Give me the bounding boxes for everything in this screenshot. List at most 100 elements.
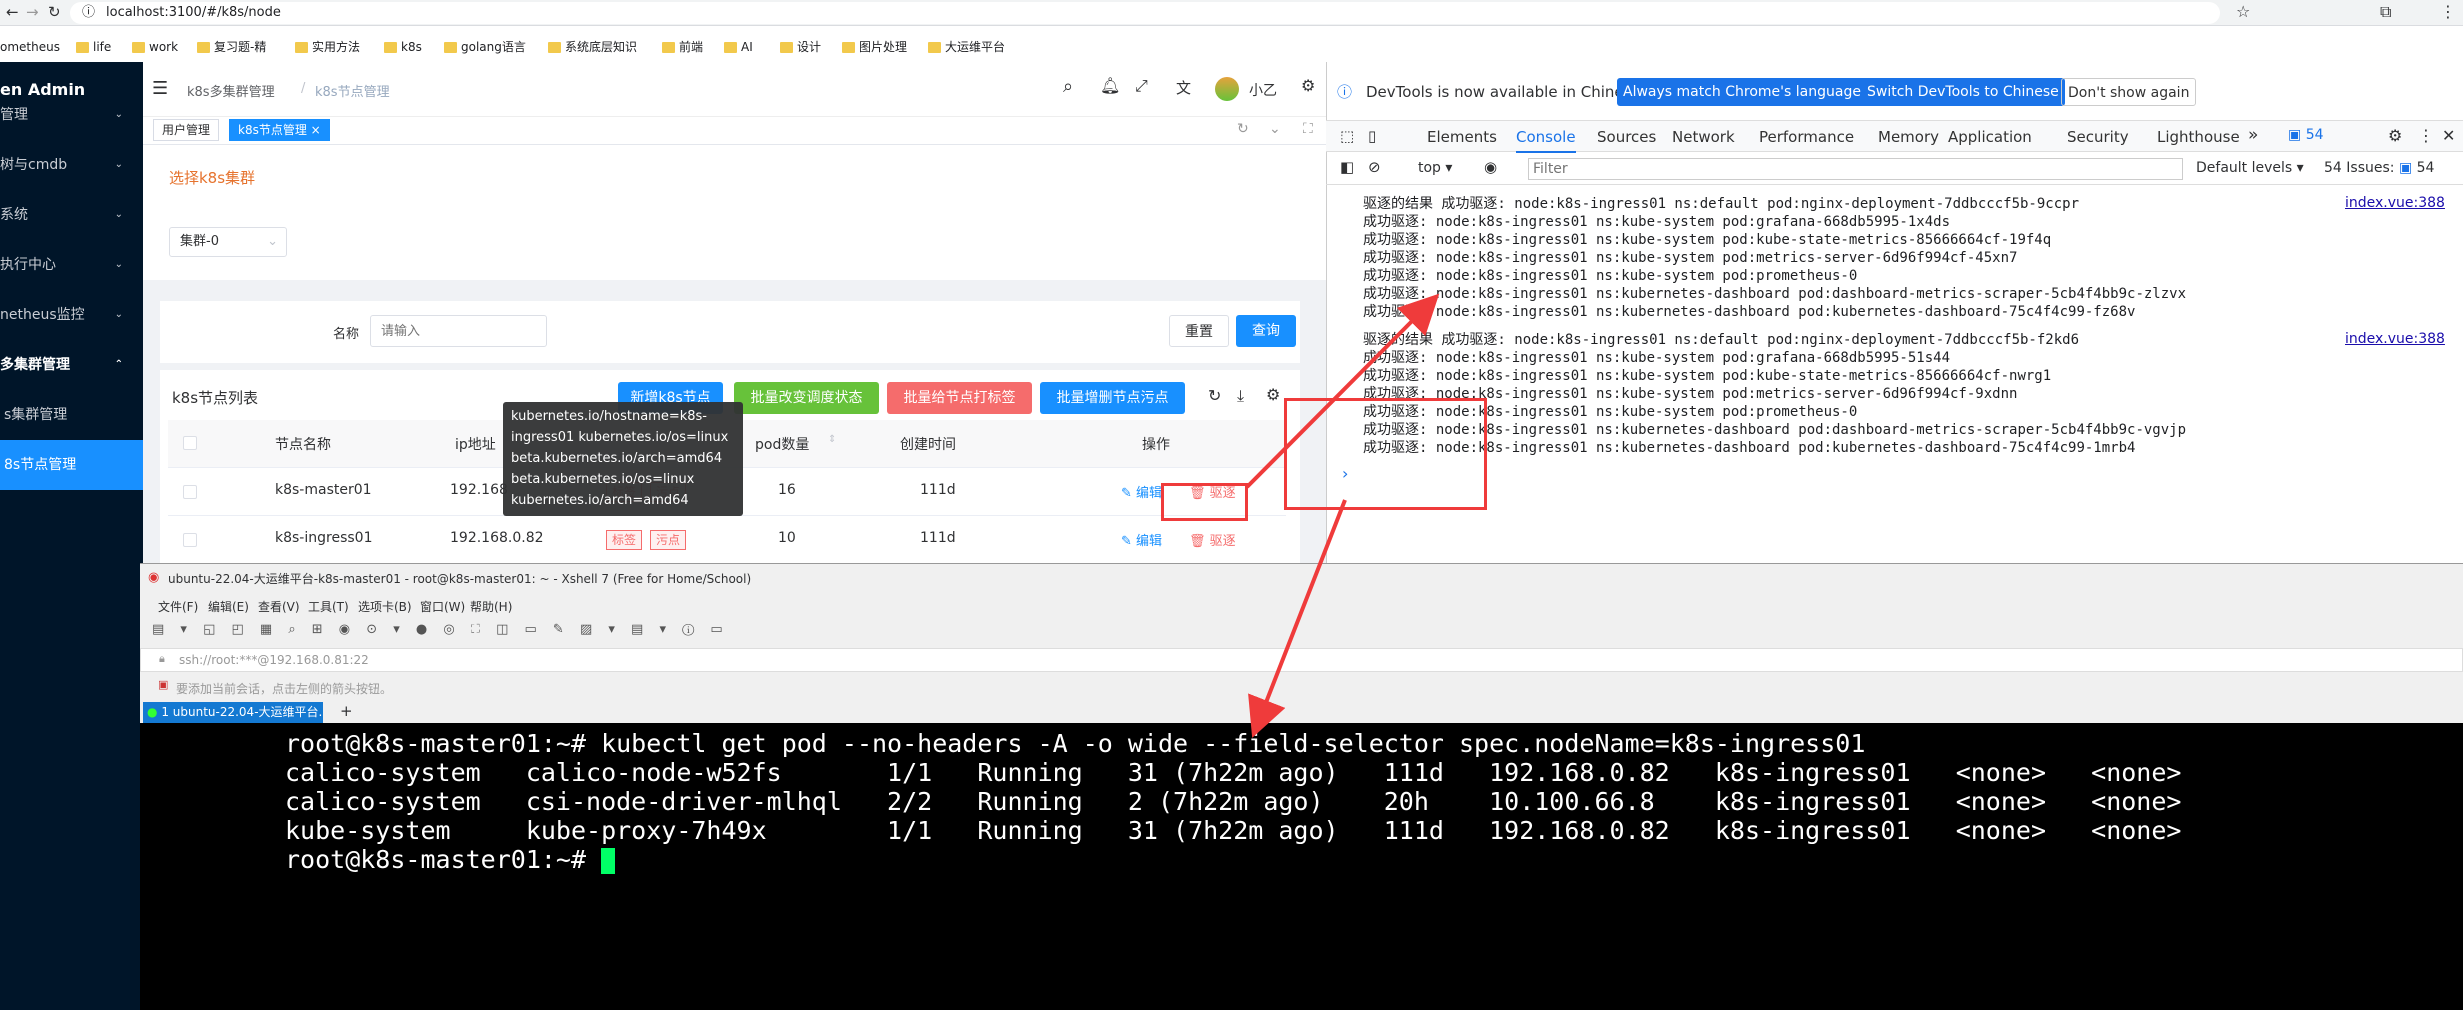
bookmark-item[interactable]: 复习题-精 [197,37,266,57]
devtools-tab[interactable]: Performance [1759,121,1854,153]
device-icon[interactable]: ▯ [1368,127,1376,145]
xshell-menu-item[interactable]: 选项卡(B) [358,598,412,615]
sidebar-item[interactable]: 8s节点管理 [0,440,143,490]
bookmark-item[interactable]: ometheus [0,37,60,57]
bookmark-item[interactable]: 前端 [662,37,703,57]
edit-button[interactable]: ✎ 编辑 [1121,482,1162,501]
devtools-tab[interactable]: Console [1516,121,1576,153]
log-levels-select[interactable]: Default levels ▾ [2196,160,2304,176]
devtools-tab[interactable]: Sources [1597,121,1656,153]
avatar[interactable] [1215,77,1239,101]
bookmark-item[interactable]: 实用方法 [295,37,360,57]
back-icon[interactable]: ← [6,3,19,21]
context-select[interactable]: top ▾ [1418,160,1452,176]
col-pod-count[interactable]: pod数量 [755,434,809,454]
taint-tag[interactable]: 污点 [650,530,687,550]
settings-icon[interactable]: ⚙ [1301,76,1315,95]
dont-show-button[interactable]: Don't show again [2061,78,2197,106]
bookmark-item[interactable]: 大运维平台 [928,37,1005,57]
sidebar-toggle-icon[interactable]: ◧ [1340,158,1354,176]
bookmark-item[interactable]: 系统底层知识 [548,37,637,57]
gear-icon[interactable]: ⚙ [1266,385,1280,404]
source-link[interactable]: index.vue:388 [2345,195,2445,211]
download-icon[interactable]: ⤓ [1237,386,1244,406]
xshell-menu-item[interactable]: 查看(V) [258,598,300,615]
switch-chinese-button[interactable]: Switch DevTools to Chinese [1861,78,2065,106]
language-icon[interactable]: 文 [1176,77,1191,98]
bookmark-item[interactable]: work [132,37,178,57]
xshell-menu-item[interactable]: 帮助(H) [470,598,512,615]
issues-counter[interactable]: 54 Issues: ▣ 54 [2324,160,2434,176]
refresh-icon[interactable]: ↻ [1237,121,1249,137]
menu-icon[interactable]: ⋮ [2440,2,2456,21]
inspect-icon[interactable]: ⬚ [1340,127,1354,145]
name-input[interactable] [370,315,547,347]
xshell-menu-item[interactable]: 编辑(E) [208,598,249,615]
expand-icon[interactable]: ⛶ [1303,121,1313,137]
forward-icon[interactable]: → [26,3,39,21]
sidebar-item[interactable]: 多集群管理 ⌃ [0,340,143,390]
bookmark-item[interactable]: 图片处理 [842,37,907,57]
query-button[interactable]: 查询 [1236,315,1296,347]
xshell-address-bar[interactable]: 🔒︎ ssh://root:***@192.168.0.81:22 [140,648,2463,672]
search-icon[interactable]: ⌕ [1063,76,1073,97]
bookmark-item[interactable]: golang语言 [444,37,526,57]
bookmark-star-icon[interactable]: ☆ [2236,2,2250,21]
new-tab-button[interactable]: + [340,702,353,720]
row-checkbox[interactable] [183,533,197,547]
terminal[interactable]: root@k8s-master01:~# kubectl get pod --n… [140,723,2463,1010]
sidebar-item[interactable]: 管理 ⌄ [0,90,143,140]
batch-label-button[interactable]: 批量给节点打标签 [887,382,1032,414]
console-filter-input[interactable] [1528,158,2183,180]
sidebar-item[interactable]: netheus监控 ⌄ [0,290,143,340]
settings-icon[interactable]: ⚙ [2388,126,2402,145]
devtools-tab[interactable]: Memory [1878,121,1939,153]
match-language-button[interactable]: Always match Chrome's language [1617,78,1867,106]
evict-button[interactable]: 🗑︎ 驱逐 [1189,530,1236,549]
devtools-tab[interactable]: Lighthouse [2157,121,2240,153]
info-icon[interactable]: ⓘ [82,2,95,24]
bookmark-item[interactable]: life [76,37,111,57]
row-checkbox[interactable] [183,485,197,499]
xshell-menu-item[interactable]: 文件(F) [158,598,198,615]
bookmark-item[interactable]: AI [724,37,753,57]
xshell-menu-item[interactable]: 工具(T) [308,598,349,615]
select-all-checkbox[interactable] [183,436,197,450]
bookmark-item[interactable]: 设计 [780,37,821,57]
session-tab[interactable]: ● 1 ubuntu-22.04-大运维平台... [143,702,323,723]
devtools-tab[interactable]: Security [2067,121,2129,153]
sidebar-item[interactable]: 系统 ⌄ [0,190,143,240]
refresh-icon[interactable]: ↻ [1208,386,1221,405]
edit-button[interactable]: ✎ 编辑 [1121,530,1162,549]
devtools-tab[interactable]: Elements [1427,121,1497,153]
sort-icon[interactable]: ⇕ [828,434,836,445]
batch-taint-button[interactable]: 批量增删节点污点 [1040,382,1185,414]
more-tabs-icon[interactable]: » [2248,125,2258,145]
devtools-tab[interactable]: Application [1948,121,2032,153]
extensions-icon[interactable]: ⧉ [2380,2,2391,22]
bookmark-icon[interactable]: ▣ [158,678,168,691]
fullscreen-icon[interactable]: ⤢ [1135,76,1148,96]
tab-k8s-node[interactable]: k8s节点管理 × [229,119,330,141]
reload-icon[interactable]: ↻ [48,3,61,21]
sidebar-item[interactable]: 执行中心 ⌄ [0,240,143,290]
breadcrumb-1[interactable]: k8s多集群管理 [187,81,275,100]
address-bar[interactable]: ⓘ localhost:3100/#/k8s/node [70,2,2220,24]
label-tag[interactable]: 标签 [606,530,643,550]
chevron-down-icon[interactable]: ⌄ [1269,121,1281,137]
close-icon[interactable]: × [311,123,321,137]
more-icon[interactable]: ⋮ [2418,126,2434,145]
batch-schedule-button[interactable]: 批量改变调度状态 [734,382,879,414]
sidebar-item[interactable]: s集群管理 [0,390,143,440]
tab-user-management[interactable]: 用户管理 [153,119,220,141]
close-icon[interactable]: ✕ [2442,126,2455,145]
devtools-tab[interactable]: Network [1672,121,1735,153]
username[interactable]: 小乙 [1249,80,1277,100]
sidebar-item[interactable]: 树与cmdb ⌄ [0,140,143,190]
hamburger-icon[interactable]: ☰ [152,78,168,99]
message-badge[interactable]: ▣ 54 [2288,127,2324,143]
source-link[interactable]: index.vue:388 [2345,331,2445,347]
reset-button[interactable]: 重置 [1169,315,1229,347]
bookmark-item[interactable]: k8s [384,37,422,57]
clear-console-icon[interactable]: ⊘ [1368,158,1381,176]
